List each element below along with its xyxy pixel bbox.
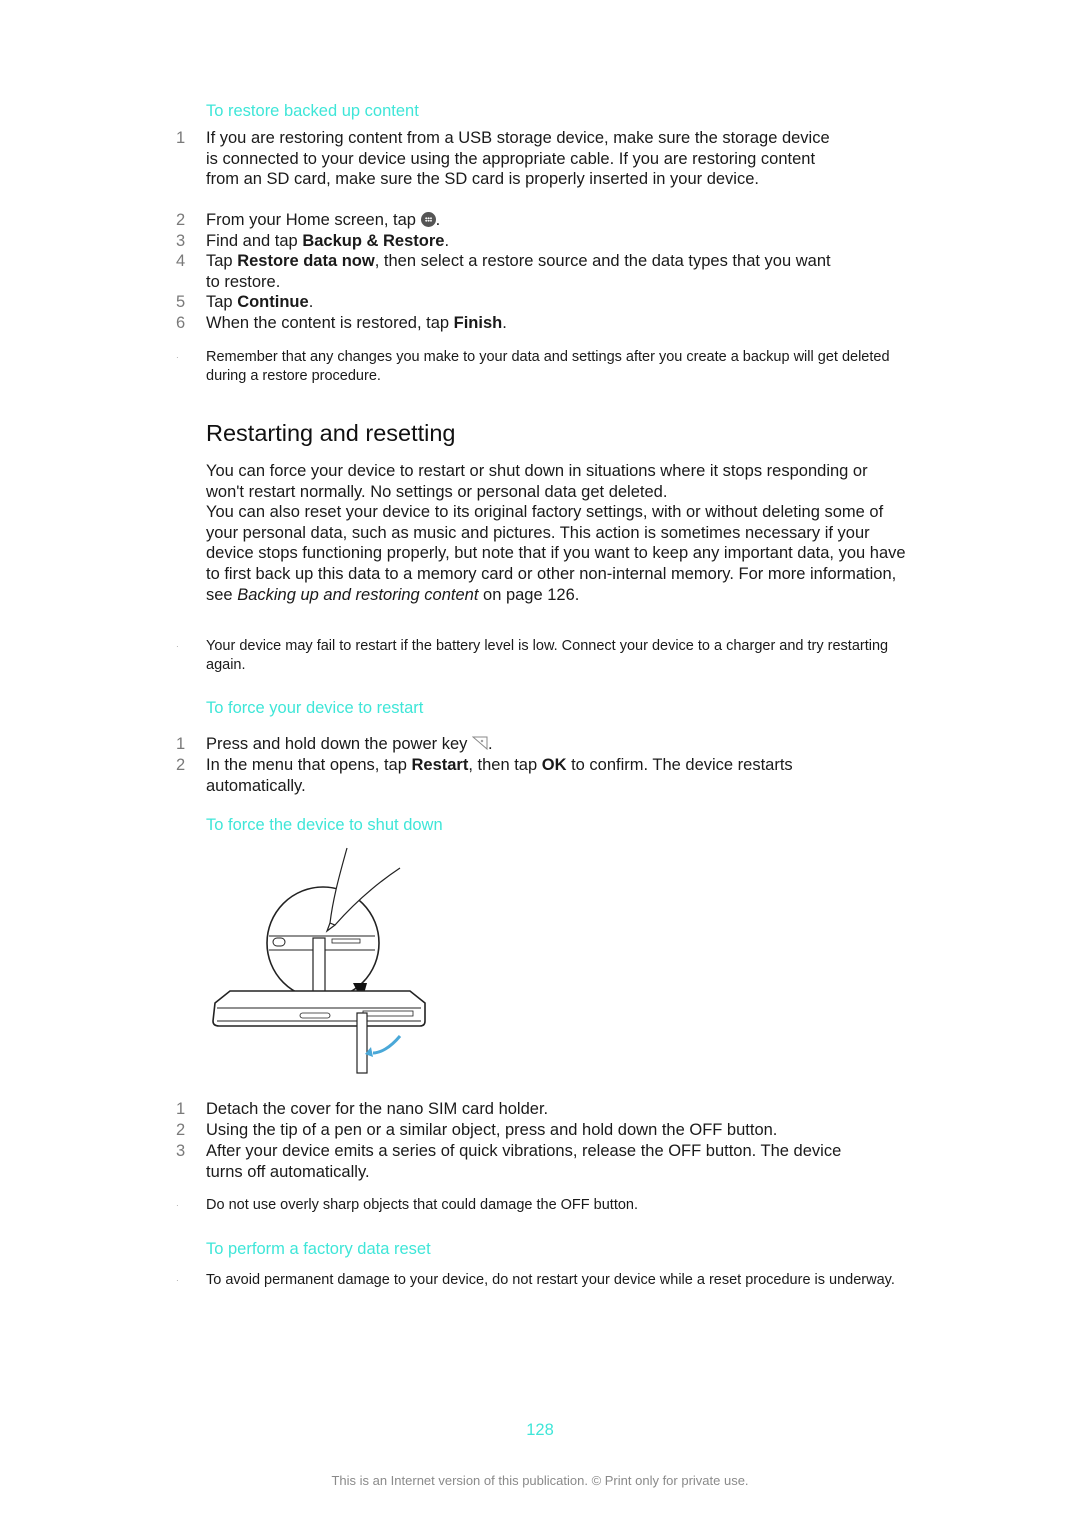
note-text: Remember that any changes you make to yo… — [206, 349, 890, 384]
step-text: In the menu that opens, tap — [206, 756, 412, 774]
step-text-end: . — [444, 232, 450, 250]
shutdown-illustration — [212, 847, 426, 1074]
restore-step-2: 2 From your Home screen, tap . — [176, 210, 896, 231]
restore-step-1: 1 If you are restoring content from a US… — [176, 128, 896, 190]
reset-warning-note: · To avoid permanent damage to your devi… — [176, 1271, 906, 1290]
paragraph-2: You can also reset your device to its or… — [206, 502, 906, 605]
paragraph-1: You can force your device to restart or … — [206, 462, 868, 501]
note-marker-icon: · — [176, 1201, 179, 1210]
step-text-mid: , then tap — [468, 756, 542, 774]
step-text: From your Home screen, tap — [206, 211, 421, 229]
note-text: Your device may fail to restart if the b… — [206, 638, 889, 673]
force-restart-heading: To force your device to restart — [206, 699, 424, 717]
step-text-end: . — [435, 211, 441, 229]
note-marker-icon: · — [176, 353, 179, 362]
restore-step-6: 6 When the content is restored, tap Fini… — [176, 313, 896, 334]
step-text: When the content is restored, tap — [206, 314, 454, 332]
step-text-end: . — [488, 735, 493, 753]
force-restart-step-2: 2 In the menu that opens, tap Restart, t… — [176, 755, 896, 796]
ui-term-continue: Continue — [237, 293, 309, 311]
step-number: 5 — [176, 293, 186, 311]
step-number: 1 — [176, 129, 186, 147]
step-number: 1 — [176, 735, 186, 753]
note-marker-icon: · — [176, 1276, 179, 1285]
step-text-end: . — [502, 314, 507, 332]
step-text: Find and tap — [206, 232, 303, 250]
ui-term-ok: OK — [541, 756, 567, 774]
restore-step-4: 4 Tap Restore data now, then select a re… — [176, 251, 896, 292]
note-text: To avoid permanent damage to your device… — [206, 1272, 895, 1288]
ui-term-restore-data-now: Restore data now — [237, 252, 375, 270]
battery-note: · Your device may fail to restart if the… — [176, 637, 906, 675]
shutdown-step-2: 2 Using the tip of a pen or a similar ob… — [176, 1120, 896, 1141]
ui-term-restart: Restart — [411, 756, 469, 774]
step-number: 2 — [176, 756, 186, 774]
note-text: Do not use overly sharp objects that cou… — [206, 1197, 639, 1213]
factory-reset-heading: To perform a factory data reset — [206, 1240, 431, 1258]
step-text: Using the tip of a pen or a similar obje… — [206, 1121, 778, 1139]
page-number: 128 — [526, 1421, 554, 1439]
step-text: Tap — [206, 293, 238, 311]
step-number: 1 — [176, 1100, 186, 1118]
shutdown-step-3: 3 After your device emits a series of qu… — [176, 1141, 896, 1182]
restore-note: · Remember that any changes you make to … — [176, 348, 906, 386]
ui-term-backup-restore: Backup & Restore — [302, 232, 445, 250]
section-title: Restarting and resetting — [206, 420, 456, 446]
force-shutdown-heading: To force the device to shut down — [206, 816, 443, 834]
ui-term-finish: Finish — [453, 314, 503, 332]
step-number: 6 — [176, 314, 186, 332]
footer-notice: This is an Internet version of this publ… — [331, 1473, 749, 1488]
sharp-objects-note: · Do not use overly sharp objects that c… — [176, 1196, 906, 1215]
step-text-end: . — [308, 293, 314, 311]
force-restart-step-1: 1 Press and hold down the power key . — [176, 734, 896, 755]
cross-reference-link[interactable]: Backing up and restoring content — [237, 586, 478, 604]
restore-step-3: 3 Find and tap Backup & Restore. — [176, 231, 896, 252]
step-number: 4 — [176, 252, 186, 270]
step-text: Detach the cover for the nano SIM card h… — [206, 1100, 549, 1118]
intro-paragraphs: You can force your device to restart or … — [206, 461, 906, 605]
shutdown-step-1: 1 Detach the cover for the nano SIM card… — [176, 1099, 896, 1120]
step-text: After your device emits a series of quic… — [206, 1142, 842, 1181]
note-marker-icon: · — [176, 642, 179, 651]
step-text: Tap — [206, 252, 238, 270]
apps-icon — [420, 212, 436, 227]
paragraph-2-end: on page 126. — [478, 585, 580, 604]
restore-step-5: 5 Tap Continue. — [176, 292, 896, 313]
restore-heading: To restore backed up content — [206, 102, 419, 120]
step-number: 3 — [176, 1142, 186, 1160]
step-number: 2 — [176, 1121, 186, 1139]
step-text: Press and hold down the power key — [206, 735, 472, 753]
step-number: 3 — [176, 232, 186, 250]
step-number: 2 — [176, 211, 186, 229]
step-text: If you are restoring content from a USB … — [206, 129, 830, 189]
power-key-icon — [472, 736, 488, 750]
